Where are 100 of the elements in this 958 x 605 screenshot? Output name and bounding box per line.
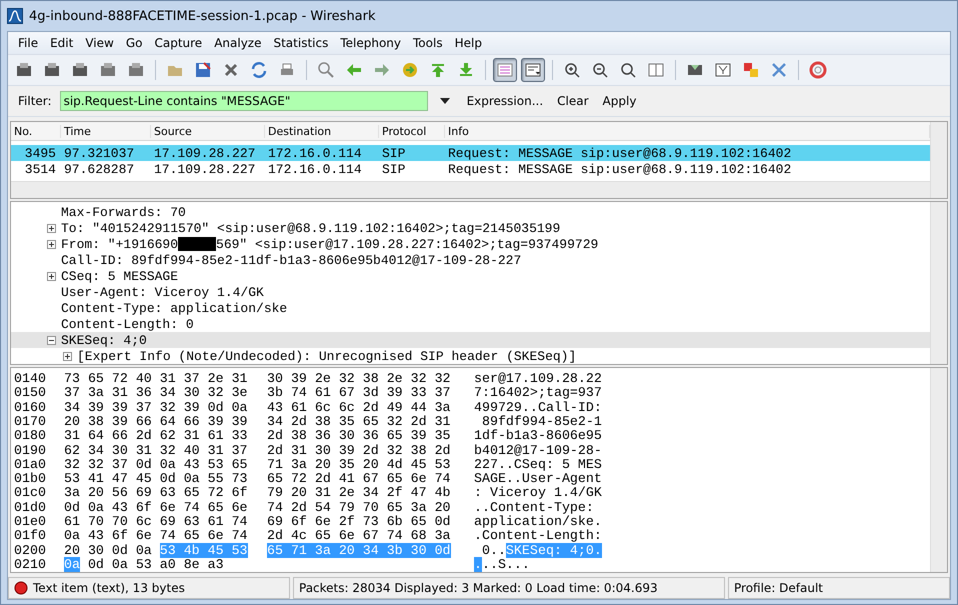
hex-bytes: 62 34 30 31 32 40 31 37 bbox=[64, 442, 248, 458]
column-header[interactable]: Time bbox=[61, 124, 151, 138]
hex-offset: 01e0 bbox=[13, 514, 47, 529]
hex-bytes: 73 65 72 40 31 37 2e 31 bbox=[64, 371, 248, 386]
column-header[interactable]: Protocol bbox=[379, 124, 445, 138]
menu-item[interactable]: Capture bbox=[148, 36, 208, 50]
hex-bytes: 43 61 6c 6c 2d 49 44 3a bbox=[267, 400, 451, 415]
menu-item[interactable]: Telephony bbox=[334, 36, 408, 50]
hex-bytes: 3b 74 61 67 3d 39 33 37 bbox=[267, 385, 451, 400]
column-header[interactable]: Source bbox=[151, 124, 265, 138]
ascii-text: t-Type: bbox=[538, 500, 595, 515]
vertical-scrollbar[interactable] bbox=[930, 368, 947, 572]
menu-item[interactable]: Tools bbox=[407, 36, 449, 50]
expand-icon[interactable] bbox=[47, 272, 56, 280]
menu-item[interactable]: Statistics bbox=[267, 36, 334, 50]
detail-text: Content-Type: application/ske bbox=[61, 300, 288, 316]
hex-offset: 0160 bbox=[13, 400, 47, 415]
table-cell-text: 172.16.0.114 bbox=[267, 162, 363, 176]
table-cell-text: 97.321037 bbox=[63, 146, 136, 160]
dropdown-caret-icon[interactable] bbox=[440, 98, 450, 104]
column-header[interactable]: Destination bbox=[265, 124, 379, 138]
ascii-text: 89fdf99 bbox=[480, 414, 538, 429]
column-header[interactable]: No. bbox=[11, 124, 61, 138]
table-cell-text: 17.109.28.227 bbox=[153, 162, 256, 176]
hex-offset: 0150 bbox=[13, 386, 47, 400]
detail-text: User-Agent: Viceroy 1.4/GK bbox=[61, 284, 264, 300]
status-text: Text item (text), 13 bytes bbox=[33, 581, 185, 595]
hex-bytes: 79 20 31 2e 34 2f 47 4b bbox=[267, 485, 451, 500]
hex-offset: 01a0 bbox=[13, 458, 47, 472]
ascii-text: ..Conten bbox=[474, 500, 538, 515]
menu-item[interactable]: View bbox=[79, 36, 120, 50]
menu-item[interactable]: Edit bbox=[44, 36, 80, 50]
table-cell-text: 3495 bbox=[24, 146, 57, 160]
hex-bytes: 37 3a 31 36 34 30 32 3e bbox=[64, 385, 248, 400]
ascii-text: ;tag=937 bbox=[538, 385, 602, 400]
table-cell-text: 172.16.0.114 bbox=[267, 146, 363, 160]
ascii-text: ser@17.1 bbox=[474, 371, 538, 386]
find-icon bbox=[317, 61, 335, 79]
hex-bytes: 32 32 37 0d 0a 43 53 65 bbox=[64, 456, 248, 472]
table-cell-text: Request: MESSAGE sip:user@68.9.119.102:16402 bbox=[447, 146, 792, 160]
hex-bytes: 34 39 39 37 32 39 0d 0a bbox=[64, 400, 248, 415]
status-text: Packets: 28034 Displayed: 3 Marked: 0 Load time: 0:04.693 bbox=[293, 577, 725, 599]
ascii-text: : Vicero bbox=[474, 485, 538, 500]
menu-item[interactable]: Analyze bbox=[208, 36, 268, 50]
hex-bytes: 53 41 47 45 0d 0a 55 73 bbox=[64, 471, 248, 486]
detail-text: CSeq: 5 MESSAGE bbox=[61, 268, 178, 284]
hex-bytes: 0a 43 6f 6e 74 65 6e 74 bbox=[64, 528, 248, 544]
reload-icon bbox=[250, 61, 268, 79]
close-icon bbox=[222, 61, 240, 79]
toolbar-button[interactable] bbox=[493, 58, 517, 82]
packet-row[interactable]: 3495 97.321037 17.109.28.227 172.16.0.114 SIP Request: MESSAGE sip:user@68.9.119.102:16402 bbox=[11, 145, 930, 161]
detail-text: Call-ID: 89fdf994-85e2-11df-b1a3-8606e95b4012@17-109-28-227 bbox=[61, 252, 522, 268]
ascii-text: y 1.4/GK bbox=[538, 485, 602, 500]
horizontal-scrollbar[interactable] bbox=[11, 181, 930, 198]
ascii-text: q: 5 MES bbox=[538, 456, 602, 472]
filter-button[interactable]: Clear bbox=[554, 94, 592, 108]
expand-icon[interactable] bbox=[47, 240, 56, 248]
filter-button[interactable]: Expression... bbox=[464, 94, 546, 108]
ascii-text: 227..CSe bbox=[474, 456, 538, 472]
ascii-text: -Length: bbox=[538, 528, 602, 544]
table-cell-text: 17.109.28.227 bbox=[153, 146, 256, 160]
menu-item[interactable]: Go bbox=[120, 36, 148, 50]
hex-bytes: 20 38 39 66 64 66 39 39 bbox=[64, 414, 248, 429]
ascii-text: 499729.. bbox=[474, 400, 538, 415]
ascii-text: SKES bbox=[506, 542, 538, 558]
detail-text: From: "+1916690 bbox=[61, 236, 178, 252]
vertical-scrollbar[interactable] bbox=[930, 122, 947, 198]
filter-field[interactable]: sip.Request-Line contains "MESSAGE" bbox=[60, 91, 428, 111]
app-logo-icon bbox=[7, 8, 23, 24]
hex-bytes: 53 4b 45 53 bbox=[160, 542, 248, 558]
table-cell-text: SIP bbox=[381, 162, 406, 176]
status-text: Profile: Default bbox=[728, 577, 950, 599]
ascii-text: ion/ske. bbox=[538, 514, 602, 529]
ascii-text: er-Agent bbox=[538, 471, 602, 486]
collapse-icon[interactable] bbox=[47, 336, 56, 344]
expand-icon[interactable] bbox=[63, 352, 72, 360]
filter-label: Filter: bbox=[18, 94, 52, 108]
expand-icon[interactable] bbox=[47, 224, 56, 232]
menu-item[interactable]: Help bbox=[448, 36, 488, 50]
hex-bytes: 71 3a 20 35 20 4d 45 53 bbox=[267, 456, 451, 472]
hex-bytes: 74 2d 54 79 70 65 3a 20 bbox=[267, 500, 451, 515]
toolbar-button[interactable] bbox=[521, 58, 545, 82]
hex-offset: 0190 bbox=[13, 444, 47, 458]
ascii-text: . bbox=[474, 556, 482, 572]
menu-item[interactable]: File bbox=[12, 36, 44, 50]
ascii-text: -8606e95 bbox=[538, 428, 602, 444]
table-cell-text: 97.628287 bbox=[63, 162, 136, 176]
hex-offset: 01b0 bbox=[13, 472, 47, 486]
status-indicator-icon bbox=[14, 581, 28, 595]
hex-bytes: 20 30 0d 0a bbox=[64, 542, 153, 558]
hex-offset: 01c0 bbox=[13, 486, 47, 500]
detail-text: To: "4015242911570" <sip:user@68.9.119.102:16402>;tag=2145035199 bbox=[61, 220, 560, 236]
ascii-text: -109-28- bbox=[538, 442, 602, 458]
hex-bytes: 2d 38 36 30 36 65 39 35 bbox=[267, 428, 451, 444]
vertical-scrollbar[interactable] bbox=[930, 202, 947, 364]
hex-bytes: 65 72 2d 41 67 65 6e 74 bbox=[267, 471, 451, 486]
filter-button[interactable]: Apply bbox=[600, 94, 640, 108]
detail-row[interactable]: SKESeq: 4;0 bbox=[11, 332, 930, 348]
hex-offset: 0210 bbox=[13, 558, 47, 572]
hex-bytes: 65 71 3a 20 34 3b 30 0d bbox=[267, 542, 451, 558]
